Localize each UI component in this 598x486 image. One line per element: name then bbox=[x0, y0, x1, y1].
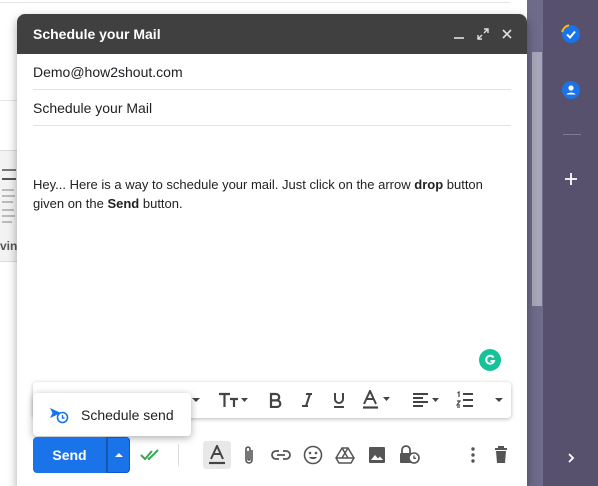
grammarly-icon[interactable] bbox=[479, 349, 501, 371]
font-size-icon[interactable] bbox=[213, 382, 253, 418]
photo-icon[interactable] bbox=[363, 441, 391, 469]
attachment-thumbnail[interactable]: vin bbox=[0, 150, 18, 262]
background-text-fragment: vin bbox=[0, 239, 18, 253]
to-field[interactable]: Demo@how2shout.com bbox=[33, 54, 511, 90]
schedule-dropdown-icon[interactable] bbox=[106, 437, 130, 473]
align-icon[interactable] bbox=[409, 382, 445, 418]
attach-icon[interactable] bbox=[235, 441, 263, 469]
more-options-icon[interactable] bbox=[459, 441, 487, 469]
confidential-icon[interactable] bbox=[395, 441, 423, 469]
link-icon[interactable] bbox=[267, 441, 295, 469]
numbered-list-icon[interactable] bbox=[451, 382, 479, 418]
formatting-toggle-icon[interactable] bbox=[203, 441, 231, 469]
schedule-send-menu[interactable]: Schedule send bbox=[33, 393, 191, 436]
subject-field[interactable]: Schedule your Mail bbox=[33, 90, 511, 126]
side-panel-divider bbox=[563, 134, 581, 135]
discard-icon[interactable] bbox=[487, 441, 515, 469]
text-color-icon[interactable] bbox=[359, 382, 395, 418]
drive-icon[interactable] bbox=[331, 441, 359, 469]
body-bold-text: Send bbox=[107, 196, 140, 211]
compose-header[interactable]: Schedule your Mail bbox=[17, 14, 527, 54]
bold-icon[interactable] bbox=[261, 382, 289, 418]
font-dropdown-icon[interactable] bbox=[189, 382, 203, 418]
compose-window: Schedule your Mail Demo@how2shout.com Sc… bbox=[17, 14, 527, 486]
side-panel bbox=[543, 0, 598, 486]
read-receipt-icon[interactable] bbox=[137, 441, 165, 469]
minimize-icon[interactable] bbox=[449, 24, 469, 44]
body-text-segment: button. bbox=[139, 196, 183, 211]
italic-icon[interactable] bbox=[293, 382, 321, 418]
divider bbox=[0, 2, 510, 3]
schedule-send-label: Schedule send bbox=[81, 407, 174, 423]
schedule-send-icon bbox=[49, 406, 69, 429]
compose-title: Schedule your Mail bbox=[33, 26, 161, 42]
divider bbox=[0, 100, 18, 101]
body-bold-text: drop bbox=[414, 177, 444, 192]
chevron-right-icon[interactable] bbox=[556, 443, 586, 473]
body-text-segment: Hey... Here is a way to schedule your ma… bbox=[33, 177, 415, 192]
emoji-icon[interactable] bbox=[299, 441, 327, 469]
underline-icon[interactable] bbox=[325, 382, 353, 418]
message-body[interactable]: Hey... Here is a way to schedule your ma… bbox=[33, 175, 503, 213]
add-icon[interactable] bbox=[556, 164, 586, 194]
contacts-icon[interactable] bbox=[556, 75, 586, 105]
scrollbar-thumb[interactable] bbox=[532, 52, 542, 306]
tasks-icon[interactable] bbox=[556, 19, 586, 49]
expand-icon[interactable] bbox=[473, 24, 493, 44]
send-button[interactable]: Send bbox=[33, 437, 106, 473]
close-icon[interactable] bbox=[497, 24, 517, 44]
more-formatting-icon[interactable] bbox=[489, 382, 509, 418]
toolbar-divider bbox=[178, 444, 179, 466]
